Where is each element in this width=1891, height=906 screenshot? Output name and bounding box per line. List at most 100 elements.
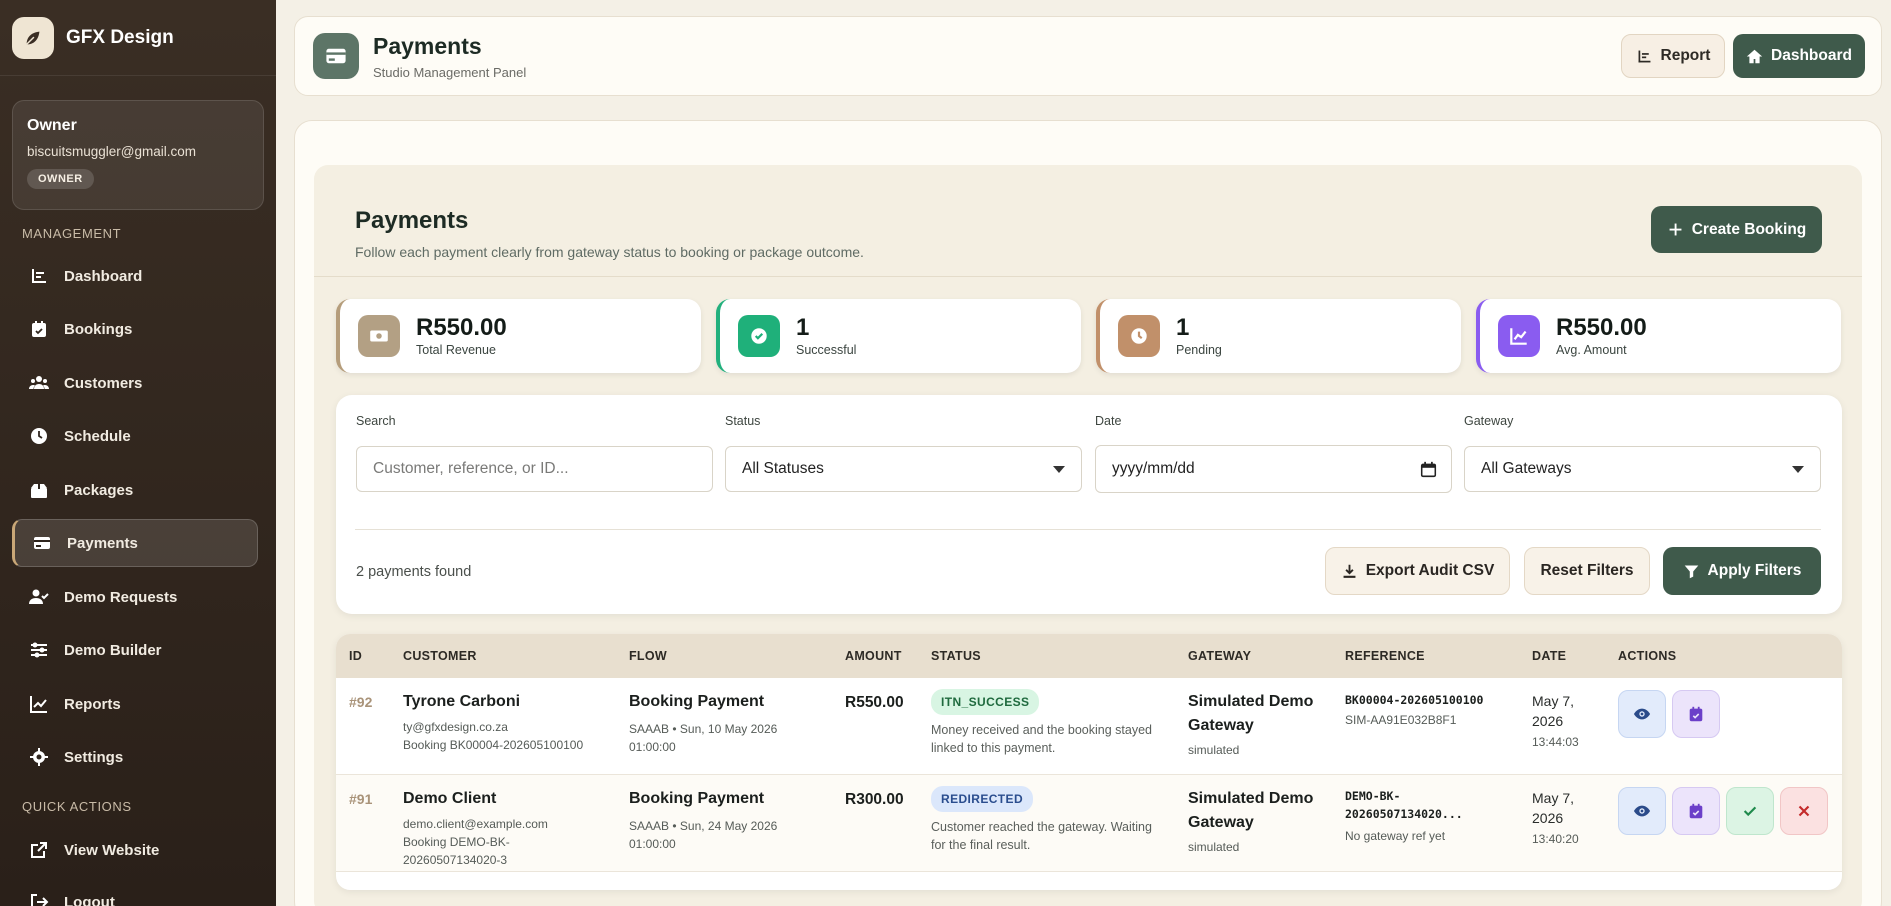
time: 13:44:03: [1532, 735, 1579, 749]
filter-icon: [1684, 565, 1698, 578]
status-select-value: All Statuses: [742, 460, 824, 477]
stat-label: Total Revenue: [416, 343, 496, 357]
sidebar-item-label: Dashboard: [64, 267, 143, 285]
plus-icon: [1669, 223, 1682, 236]
date: 2026: [1532, 810, 1564, 826]
gateway-select[interactable]: All Gateways: [1464, 446, 1821, 492]
reset-filters-label: Reset Filters: [1540, 562, 1634, 579]
date-input[interactable]: yyyy/mm/dd: [1095, 445, 1452, 493]
amount: R300.00: [845, 791, 904, 808]
sidebar-item-dashboard[interactable]: Dashboard: [12, 252, 258, 300]
gateway-name: Gateway: [1188, 717, 1254, 734]
sidebar-item-logout[interactable]: Logout: [12, 878, 258, 906]
stat-label: Successful: [796, 343, 857, 357]
user-check-icon: [28, 586, 50, 608]
export-csv-button[interactable]: Export Audit CSV: [1325, 547, 1510, 595]
dashboard-button[interactable]: Dashboard: [1733, 34, 1865, 78]
amount: R550.00: [845, 694, 904, 711]
stat-value: 1: [1176, 314, 1190, 341]
date: May 7,: [1532, 790, 1575, 806]
check-icon: [1743, 806, 1757, 817]
sidebar-item-label: Schedule: [64, 427, 131, 445]
approve-button[interactable]: [1726, 787, 1774, 835]
stat-value: R550.00: [416, 314, 507, 341]
calendar-check-icon: [1689, 803, 1703, 819]
owner-badge: OWNER: [27, 169, 94, 189]
payments-table: ID CUSTOMER FLOW AMOUNT STATUS GATEWAY R…: [336, 634, 1842, 890]
status-select[interactable]: All Statuses: [725, 446, 1082, 492]
date: 2026: [1532, 713, 1564, 729]
brand[interactable]: GFX Design: [0, 0, 276, 76]
time: 13:40:20: [1532, 832, 1579, 846]
eye-icon: [1633, 805, 1651, 817]
filters-divider: [355, 529, 1821, 530]
quick-actions-label: QUICK ACTIONS: [22, 799, 132, 814]
gateway-ref: No gateway ref yet: [1345, 829, 1446, 843]
sidebar-item-payments[interactable]: Payments: [12, 519, 258, 567]
sidebar-item-label: Packages: [64, 481, 134, 499]
reset-filters-button[interactable]: Reset Filters: [1524, 547, 1650, 595]
booking-button[interactable]: [1672, 787, 1720, 835]
apply-filters-button[interactable]: Apply Filters: [1663, 547, 1821, 595]
calendar-icon[interactable]: [1420, 461, 1437, 478]
column-header: DATE: [1532, 649, 1567, 663]
column-header: ID: [349, 649, 363, 663]
status-cell: REDIRECTED: [931, 786, 1034, 812]
export-csv-label: Export Audit CSV: [1365, 562, 1495, 579]
sidebar-item-schedule[interactable]: Schedule: [12, 412, 258, 460]
sidebar-item-settings[interactable]: Settings: [12, 733, 258, 781]
sidebar-item-label: Settings: [64, 748, 124, 766]
search-input[interactable]: Customer, reference, or ID...: [356, 446, 713, 492]
reject-button[interactable]: [1780, 787, 1828, 835]
gateway-mode: simulated: [1188, 840, 1240, 854]
gateway-name: Gateway: [1188, 814, 1254, 831]
sidebar-item-view-website[interactable]: View Website: [12, 826, 258, 874]
page-title: Payments: [355, 207, 469, 234]
sidebar-item-reports[interactable]: Reports: [12, 680, 258, 728]
stat-avg-amount: R550.00 Avg. Amount: [1476, 299, 1841, 373]
stat-label: Pending: [1176, 343, 1222, 357]
date-input-value: yyyy/mm/dd: [1112, 460, 1195, 477]
logout-icon: [28, 891, 50, 906]
customer-email: demo.client@example.com: [403, 817, 548, 831]
sidebar-item-bookings[interactable]: Bookings: [12, 305, 258, 353]
table-row[interactable]: #92 Tyrone Carboni ty@gfxdesign.co.za Bo…: [336, 678, 1842, 775]
sidebar-item-label: Bookings: [64, 320, 133, 338]
sidebar-item-demo-builder[interactable]: Demo Builder: [12, 626, 258, 674]
flow-name: Booking Payment: [629, 790, 765, 807]
page-header: [314, 165, 1862, 277]
chart-icon: [1638, 50, 1650, 62]
status-note: Money received and the booking stayed: [931, 723, 1152, 737]
flow-detail: SAAAB • Sun, 10 May 2026: [629, 722, 778, 736]
calendar-check-icon: [28, 318, 50, 340]
sidebar-item-demo-requests[interactable]: Demo Requests: [12, 573, 258, 621]
view-button[interactable]: [1618, 690, 1666, 738]
payment-id: #92: [349, 694, 373, 710]
dashboard-label: Dashboard: [1771, 47, 1852, 64]
leaf-icon: [12, 16, 54, 59]
close-icon: [1798, 805, 1810, 817]
customer-booking: Booking BK00004-202605100100: [403, 738, 584, 752]
top-bar: Payments Studio Management Panel Report …: [294, 16, 1882, 96]
sidebar: GFX Design Owner biscuitsmuggler@gmail.c…: [0, 0, 276, 906]
download-icon: [1343, 564, 1356, 578]
management-label: MANAGEMENT: [22, 226, 122, 241]
view-button[interactable]: [1618, 787, 1666, 835]
card-icon: [31, 532, 53, 554]
reference: 20260507134020...: [1345, 807, 1463, 821]
table-row[interactable]: #91 Demo Client demo.client@example.com …: [336, 775, 1842, 872]
reference: BK00004-202605100100: [1345, 693, 1484, 707]
report-button[interactable]: Report: [1621, 34, 1725, 78]
chevron-down-icon: [1792, 466, 1804, 473]
sidebar-item-label: Demo Requests: [64, 588, 178, 606]
create-booking-button[interactable]: Create Booking: [1651, 206, 1822, 253]
card-icon: [313, 33, 359, 79]
status-note: for the final result.: [931, 838, 1031, 852]
gateway-name: Simulated Demo: [1188, 790, 1314, 807]
external-link-icon: [28, 839, 50, 861]
booking-button[interactable]: [1672, 690, 1720, 738]
owner-email: biscuitsmuggler@gmail.com: [27, 144, 197, 159]
sidebar-item-customers[interactable]: Customers: [12, 359, 258, 407]
home-icon: [1746, 49, 1763, 63]
sidebar-item-packages[interactable]: Packages: [12, 466, 258, 514]
